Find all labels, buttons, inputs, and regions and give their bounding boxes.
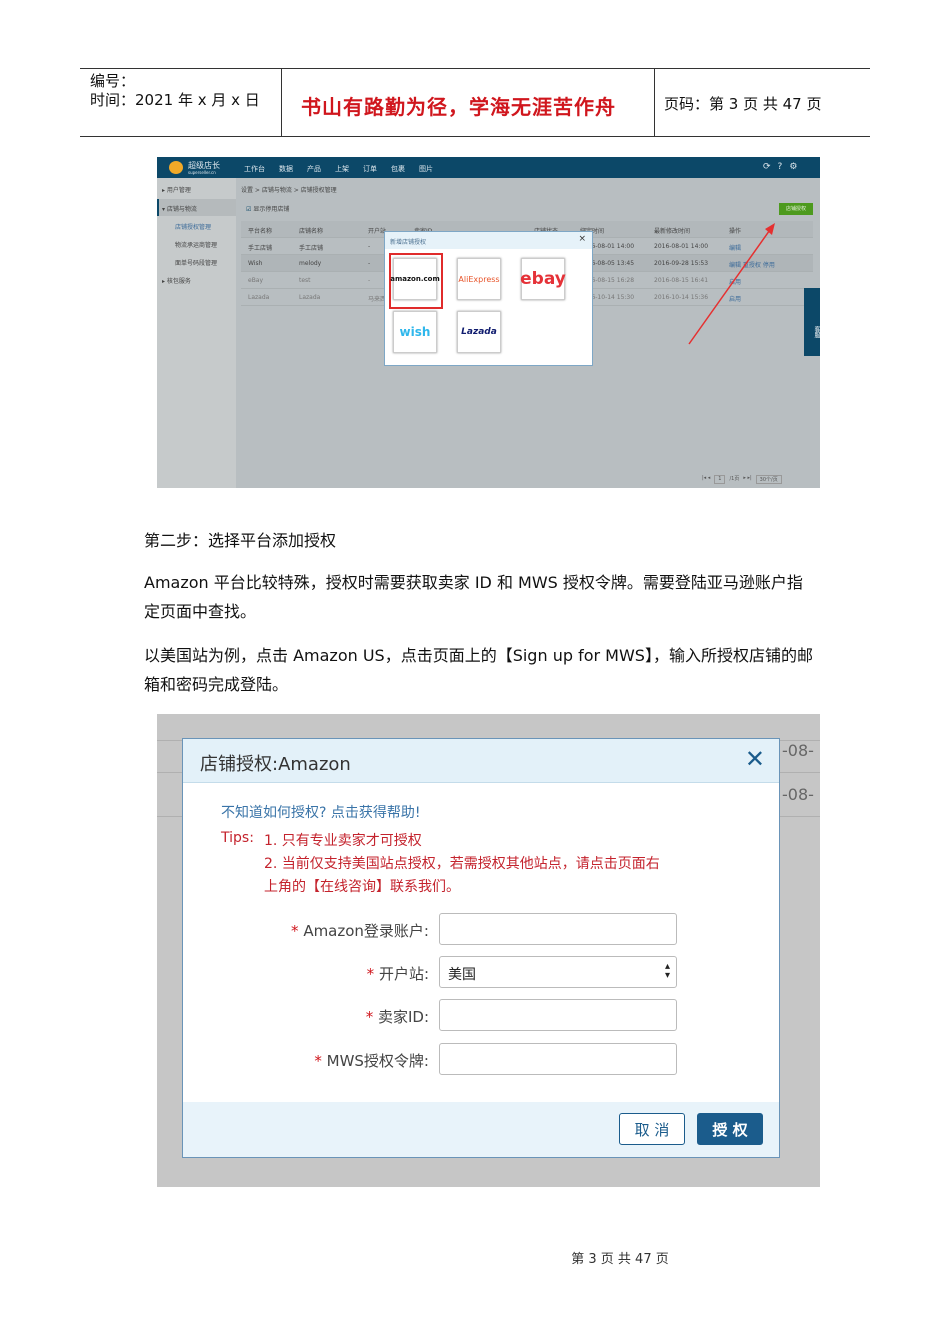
page-label: 页码：第 3 页 共 47 页 (664, 95, 822, 113)
sidebar-subitem[interactable]: 店铺授权管理 (175, 222, 211, 231)
nav-item[interactable]: 上架 (335, 164, 349, 174)
screenshot-amazon-auth: -08- -08- 店铺授权:Amazon ✕ 不知道如何授权? 点击获得帮助!… (157, 714, 820, 1187)
authorize-button[interactable]: 授 权 (697, 1113, 763, 1145)
background-date-fragment: -08- (782, 741, 814, 760)
header-divider (281, 68, 282, 136)
nav-item[interactable]: 订单 (363, 164, 377, 174)
header-motto: 书山有路勤为径，学海无涯苦作舟 (301, 95, 616, 119)
nav-item[interactable]: 数据 (279, 164, 293, 174)
sidebar: ▸ 用户管理 ▾ 店铺与物流 店铺授权管理 物流承运商管理 面单号码段管理 ▸ … (157, 178, 236, 488)
red-arrow-annotation (688, 223, 775, 345)
amazon-account-input[interactable] (439, 913, 677, 945)
header-top-rule (80, 68, 870, 69)
sidebar-subitem[interactable]: 面单号码段管理 (175, 258, 217, 267)
mws-token-input[interactable] (439, 1043, 677, 1075)
add-store-modal: 新增店铺授权 × amazon.com AliExpress ebay wish … (384, 231, 593, 366)
nav-item[interactable]: 图片 (419, 164, 433, 174)
background-date-fragment: -08- (782, 785, 814, 804)
seller-id-input[interactable] (439, 999, 677, 1031)
doc-number: 编号： (90, 72, 136, 90)
header-bottom-rule (80, 136, 870, 137)
field-label: * 开户站: (366, 965, 429, 983)
amazon-auth-dialog: 店铺授权:Amazon ✕ 不知道如何授权? 点击获得帮助! Tips: 1. … (182, 738, 780, 1158)
breadcrumb: 设置 > 店铺与物流 > 店铺授权管理 (241, 187, 337, 194)
page-footer: 第 3 页 共 47 页 (571, 1252, 669, 1267)
platform-aliexpress[interactable]: AliExpress (457, 258, 501, 300)
nav-item[interactable]: 包裹 (391, 164, 405, 174)
platform-lazada[interactable]: Lazada (457, 311, 501, 353)
select-arrows-icon: ▴ ▾ (664, 961, 670, 981)
field-label: * 卖家ID: (365, 1008, 429, 1026)
paragraph: 以美国站为例，点击 Amazon US，点击页面上的【Sign up for M… (144, 646, 813, 694)
close-icon[interactable]: × (578, 234, 586, 244)
tip-2-cont: 上角的【在线咨询】联系我们。 (264, 879, 460, 895)
sidebar-subitem[interactable]: 物流承运商管理 (175, 240, 217, 249)
dialog-footer (183, 1102, 779, 1157)
store-auth-button[interactable]: 店铺授权 (779, 203, 813, 215)
screenshot-store-list: 超级店长 superseller.cn 工作台 数据 产品 上架 订单 包裹 图… (157, 157, 820, 488)
platform-ebay[interactable]: ebay (520, 258, 566, 300)
nav-item[interactable]: 工作台 (244, 164, 265, 174)
tip-1: 1. 只有专业卖家才可授权 (264, 833, 422, 849)
paragraph: Amazon 平台比较特殊，授权时需要获取卖家 ID 和 MWS 授权令牌。需要… (144, 573, 803, 621)
customer-service-tab[interactable]: 客服 (804, 288, 820, 356)
step-title: 第二步：选择平台添加授权 (144, 531, 337, 550)
field-label: * MWS授权令牌: (314, 1052, 429, 1070)
tips-label: Tips: (221, 830, 254, 846)
tip-2: 2. 当前仅支持美国站点授权，若需授权其他站点，请点击页面右 (264, 856, 660, 872)
sidebar-item[interactable]: ▸ 核包服务 (162, 276, 191, 285)
platform-wish[interactable]: wish (393, 311, 437, 353)
refresh-help-settings-icons[interactable]: ⟳?⚙ (763, 162, 804, 172)
top-nav: 超级店长 superseller.cn 工作台 数据 产品 上架 订单 包裹 图… (157, 157, 820, 178)
sidebar-item[interactable]: ▸ 用户管理 (162, 185, 191, 194)
doc-time: 时间：2021 年 x 月 x 日 (90, 91, 260, 109)
pagination[interactable]: |◂ ◂ 1/1页 ▸ ▸| 30个/页 (702, 475, 782, 484)
site-select[interactable]: 美国 ▴ ▾ (439, 956, 677, 988)
nav-item[interactable]: 产品 (307, 164, 321, 174)
show-disabled-checkbox[interactable]: ☑ 显示停用店铺 (246, 204, 289, 213)
dialog-header: 店铺授权:Amazon ✕ (183, 739, 779, 783)
cancel-button[interactable]: 取 消 (619, 1113, 685, 1145)
close-icon[interactable]: ✕ (745, 745, 765, 773)
logo-sub: superseller.cn (188, 170, 216, 175)
sidebar-item-active[interactable]: ▾ 店铺与物流 (157, 199, 236, 216)
dialog-title: 店铺授权:Amazon (200, 754, 351, 775)
help-link[interactable]: 不知道如何授权? 点击获得帮助! (221, 802, 421, 822)
header-divider (654, 68, 655, 136)
field-label: * Amazon登录账户: (291, 922, 429, 940)
platform-amazon[interactable]: amazon.com (390, 258, 440, 300)
logo-icon (169, 161, 183, 174)
modal-header: 新增店铺授权 × (385, 232, 592, 249)
